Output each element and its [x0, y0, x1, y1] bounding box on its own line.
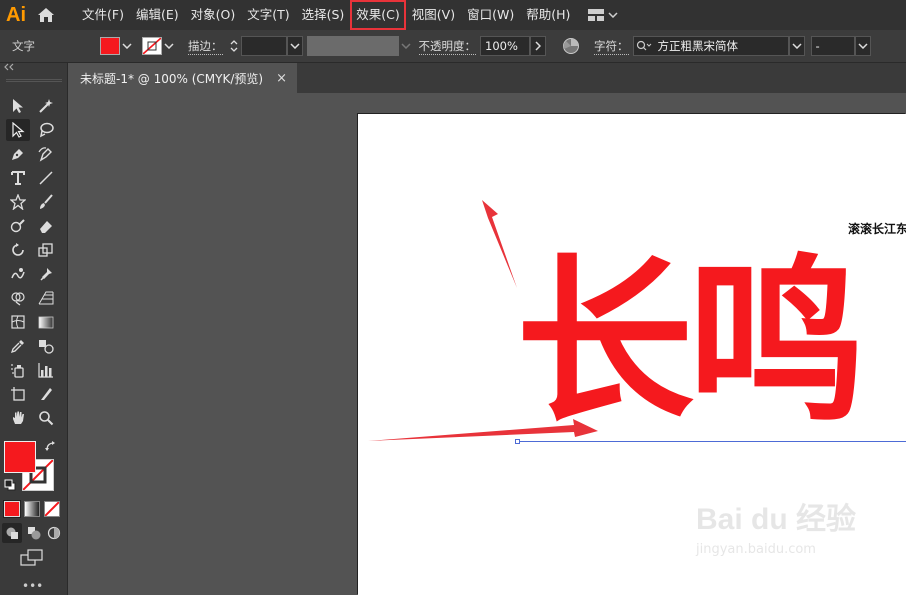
- selection-type-label: 文字: [12, 39, 35, 53]
- line-segment-tool-icon[interactable]: [34, 167, 58, 189]
- artboard-small-text[interactable]: 滚滚长江东: [848, 220, 906, 237]
- draw-normal-icon[interactable]: [2, 523, 22, 543]
- stroke-weight-dropdown[interactable]: [286, 36, 303, 56]
- slice-tool-icon[interactable]: [34, 383, 58, 405]
- baidu-watermark: Bai du 经验 jingyan.baidu.com: [696, 494, 866, 574]
- chevron-down-icon: [399, 36, 413, 56]
- symbol-sprayer-icon[interactable]: [6, 359, 30, 381]
- draw-behind-icon[interactable]: [24, 523, 44, 543]
- curvature-tool-icon[interactable]: [34, 143, 58, 165]
- screen-mode-icon[interactable]: [20, 549, 44, 569]
- direct-selection-tool-icon[interactable]: [6, 119, 30, 141]
- menu-object[interactable]: 对象(O): [185, 0, 242, 30]
- shaper-tool-icon[interactable]: [6, 215, 30, 237]
- shape-builder-icon[interactable]: [6, 287, 30, 309]
- variable-width-profile[interactable]: [306, 36, 399, 56]
- menu-view[interactable]: 视图(V): [406, 0, 461, 30]
- gradient-tool-icon[interactable]: [34, 311, 58, 333]
- document-tabs: 未标题-1* @ 100% (CMYK/预览) ×: [70, 63, 906, 93]
- perspective-grid-icon[interactable]: [34, 287, 58, 309]
- home-icon[interactable]: [30, 0, 62, 30]
- menu-bar: Ai 文件(F) 编辑(E) 对象(O) 文字(T) 选择(S) 效果(C) 视…: [0, 0, 906, 30]
- text-baseline: [518, 441, 906, 442]
- stroke-weight-field[interactable]: [240, 36, 287, 56]
- edit-toolbar-icon[interactable]: •••: [22, 580, 43, 593]
- none-mode-icon[interactable]: [44, 501, 60, 517]
- scale-tool-icon[interactable]: [34, 239, 58, 261]
- artboard-main-text[interactable]: 长鸣: [516, 254, 866, 432]
- stroke-weight-stepper[interactable]: [227, 36, 241, 56]
- menu-help[interactable]: 帮助(H): [520, 0, 576, 30]
- text-anchor-point[interactable]: [515, 439, 520, 444]
- default-fill-stroke-icon[interactable]: [4, 479, 16, 491]
- artboard-tool-icon[interactable]: [6, 383, 30, 405]
- puppet-warp-icon[interactable]: [34, 263, 58, 285]
- eraser-tool-icon[interactable]: [34, 215, 58, 237]
- workspace-grid-icon: [588, 9, 605, 21]
- fill-color-swatch[interactable]: [4, 441, 36, 473]
- app-logo: Ai: [6, 3, 26, 26]
- control-bar: 文字 描边： 不透明度： 100% 字符： 方正粗黑宋简体 -: [0, 30, 906, 63]
- character-label[interactable]: 字符：: [594, 38, 629, 55]
- chevron-down-icon: [608, 12, 618, 18]
- opacity-label[interactable]: 不透明度：: [418, 38, 476, 55]
- menu-edit[interactable]: 编辑(E): [130, 0, 185, 30]
- warp-tool-icon[interactable]: [6, 263, 30, 285]
- mesh-tool-icon[interactable]: [6, 311, 30, 333]
- selection-tool-icon[interactable]: [6, 95, 30, 117]
- menu-effect[interactable]: 效果(C): [350, 0, 406, 30]
- opacity-arrow[interactable]: [530, 36, 546, 56]
- hand-tool-icon[interactable]: [6, 407, 30, 429]
- recolor-artwork-icon[interactable]: [562, 37, 580, 55]
- column-graph-icon[interactable]: [34, 359, 58, 381]
- chevron-down-icon[interactable]: [162, 36, 176, 56]
- menu-type[interactable]: 文字(T): [241, 0, 295, 30]
- menu-window[interactable]: 窗口(W): [461, 0, 520, 30]
- eyedropper-tool-icon[interactable]: [6, 335, 30, 357]
- paintbrush-tool-icon[interactable]: [34, 191, 58, 213]
- panel-grip[interactable]: [6, 79, 62, 82]
- star-tool-icon[interactable]: [6, 191, 30, 213]
- stroke-label[interactable]: 描边：: [188, 38, 223, 55]
- lasso-tool-icon[interactable]: [34, 119, 58, 141]
- main-menu: 文件(F) 编辑(E) 对象(O) 文字(T) 选择(S) 效果(C) 视图(V…: [76, 0, 576, 30]
- swap-fill-stroke-icon[interactable]: [44, 440, 58, 454]
- draw-inside-icon[interactable]: [44, 523, 64, 543]
- color-mode-icon[interactable]: [3, 500, 21, 518]
- gradient-mode-icon[interactable]: [24, 501, 40, 517]
- zoom-tool-icon[interactable]: [34, 407, 58, 429]
- blend-tool-icon[interactable]: [34, 335, 58, 357]
- collapse-panel-icon[interactable]: [0, 63, 67, 75]
- watermark-brand: Bai du 经验: [696, 503, 857, 536]
- workspace-switcher[interactable]: [588, 9, 618, 21]
- font-style-dropdown[interactable]: [854, 36, 871, 56]
- artboard[interactable]: 滚滚长江东 长鸣 Bai du 经验 jingyan.baidu.com: [358, 114, 906, 595]
- menu-select[interactable]: 选择(S): [296, 0, 351, 30]
- rotate-tool-icon[interactable]: [6, 239, 30, 261]
- type-tool-icon[interactable]: [6, 167, 30, 189]
- watermark-url: jingyan.baidu.com: [696, 542, 816, 557]
- fill-swatch[interactable]: [100, 37, 120, 55]
- magic-wand-icon[interactable]: [34, 95, 58, 117]
- document-tab-title: 未标题-1* @ 100% (CMYK/预览): [80, 71, 264, 86]
- font-family-value: 方正粗黑宋简体: [657, 39, 739, 53]
- chevron-down-icon[interactable]: [120, 36, 134, 56]
- font-style-field[interactable]: -: [810, 36, 855, 56]
- menu-file[interactable]: 文件(F): [76, 0, 130, 30]
- font-family-dropdown[interactable]: [788, 36, 805, 56]
- stroke-swatch[interactable]: [142, 37, 162, 55]
- opacity-field[interactable]: 100%: [480, 36, 530, 56]
- close-icon[interactable]: ×: [276, 71, 287, 86]
- font-family-field[interactable]: 方正粗黑宋简体: [632, 36, 789, 56]
- search-icon: [636, 40, 651, 51]
- document-tab[interactable]: 未标题-1* @ 100% (CMYK/预览) ×: [70, 63, 297, 93]
- canvas[interactable]: 滚滚长江东 长鸣 Bai du 经验 jingyan.baidu.com: [70, 93, 906, 595]
- tools-panel: •••: [0, 63, 68, 595]
- pen-tool-icon[interactable]: [6, 143, 30, 165]
